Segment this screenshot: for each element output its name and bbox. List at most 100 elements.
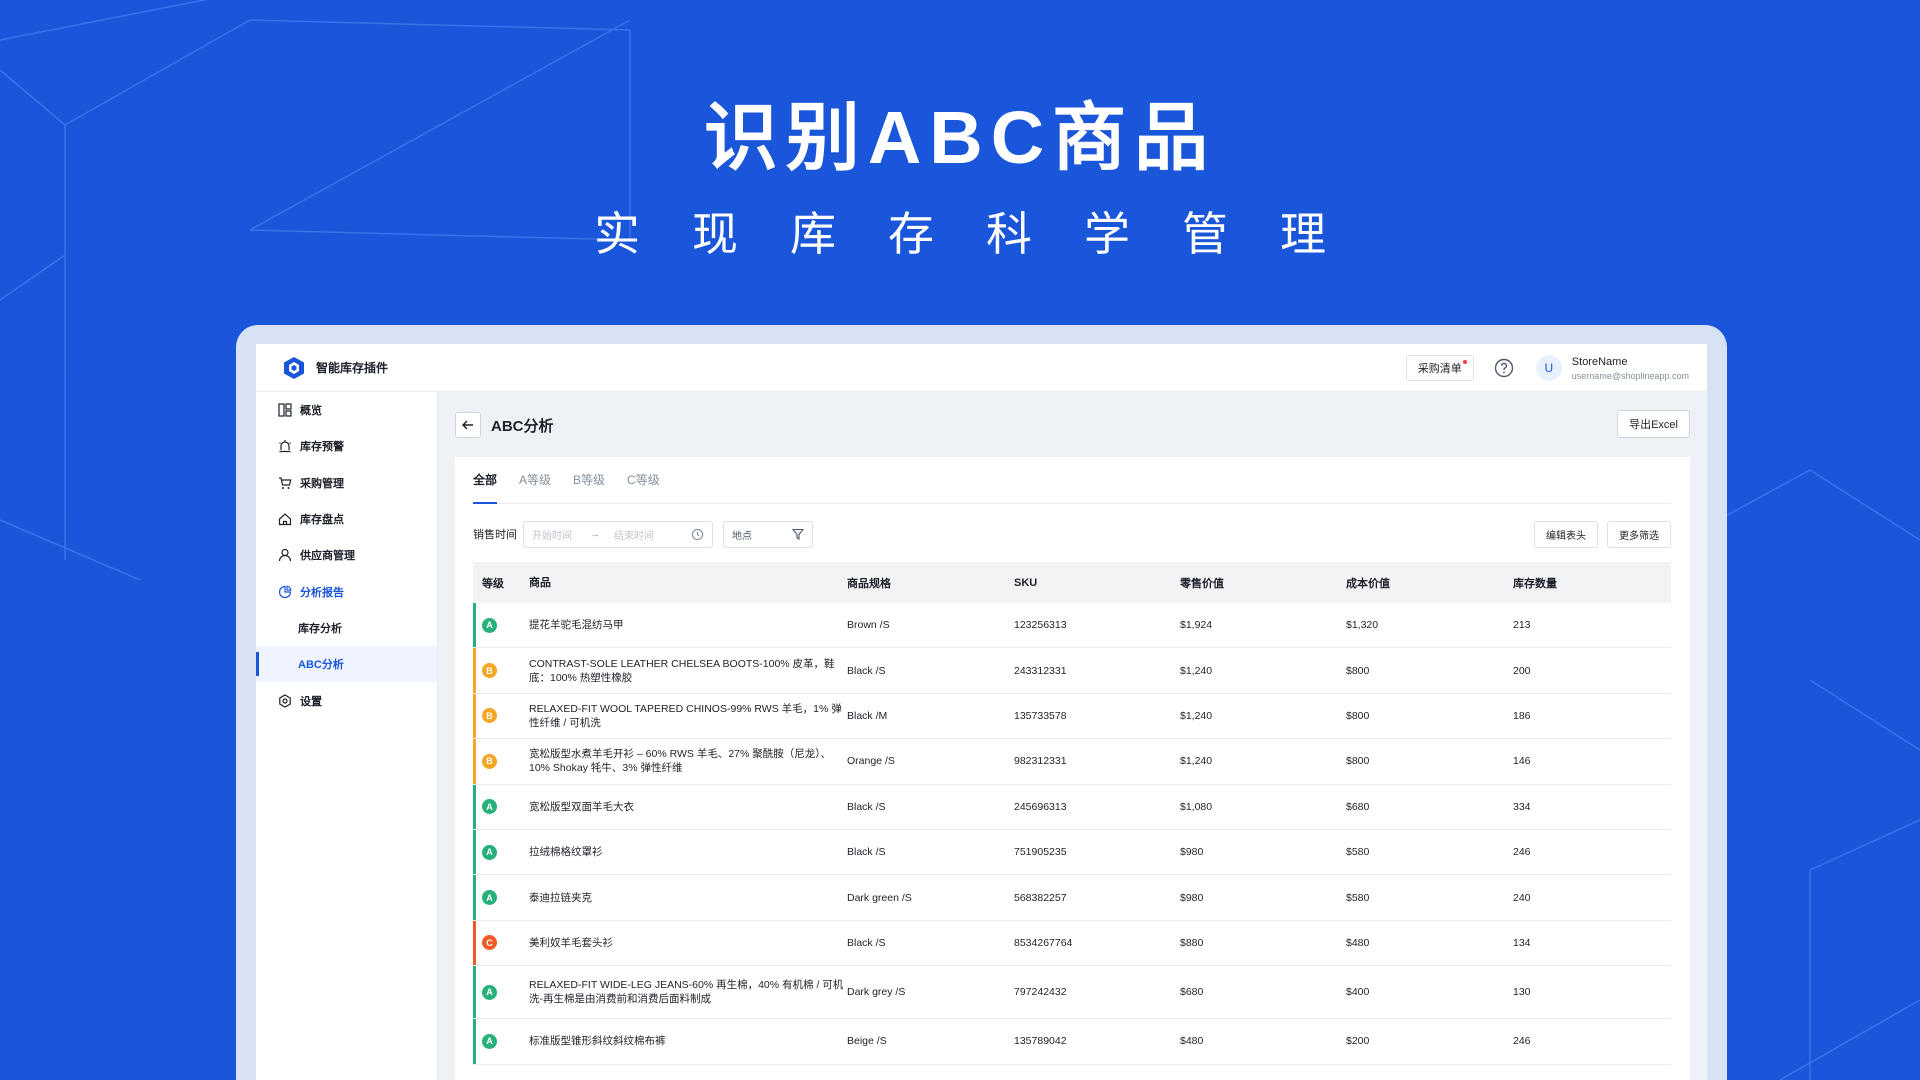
sidebar-item-reports[interactable]: 分析报告 bbox=[256, 573, 437, 609]
sidebar-item-label: 采购管理 bbox=[300, 477, 344, 490]
header-spec[interactable]: 商品规格 bbox=[847, 575, 1014, 591]
table-row[interactable]: A 拉绒棉格纹罩衫 Black /S 751905235 $980 $580 246 bbox=[473, 829, 1671, 876]
product-name: RELAXED-FIT WIDE-LEG JEANS-60% 再生棉，40% 有… bbox=[529, 979, 844, 1006]
retail-value-cell: $680 bbox=[1180, 986, 1204, 999]
product-spec: Brown /S bbox=[847, 619, 890, 632]
header-cost-value[interactable]: 成本价值 bbox=[1346, 575, 1513, 591]
grade-badge: B bbox=[482, 663, 497, 679]
end-date-input[interactable]: 结束时间 bbox=[614, 527, 654, 542]
table-row[interactable]: B 宽松版型水煮羊毛开衫 – 60% RWS 羊毛、27% 聚酰胺（尼龙）、10%… bbox=[473, 739, 1671, 785]
grade-cell: A bbox=[473, 1033, 529, 1049]
start-date-input[interactable]: 开始时间 bbox=[532, 527, 572, 542]
settings-icon bbox=[279, 693, 291, 708]
stock-qty-cell: 213 bbox=[1513, 619, 1531, 632]
retail-value-cell: $980 bbox=[1180, 891, 1204, 904]
grade-cell: A bbox=[473, 844, 529, 860]
table-row[interactable]: A 泰迪拉链夹克 Dark green /S 568382257 $980 $580 240 bbox=[473, 875, 1671, 921]
purchase-list-button[interactable]: 采购清单 bbox=[1405, 355, 1474, 381]
sidebar-item-purchase[interactable]: 采购管理 bbox=[256, 465, 437, 501]
stock-qty-cell: 240 bbox=[1513, 891, 1531, 904]
table-row[interactable]: B CONTRAST-SOLE LEATHER CHELSEA BOOTS-100… bbox=[473, 648, 1671, 694]
user-menu[interactable]: U StoreName username@shoplineapp.com bbox=[1535, 355, 1689, 381]
cost-value-cell: $800 bbox=[1346, 755, 1370, 768]
product-name: 宽松版型水煮羊毛开衫 – 60% RWS 羊毛、27% 聚酰胺（尼龙）、10% … bbox=[529, 748, 832, 775]
product-name: 拉绒棉格纹罩衫 bbox=[529, 846, 603, 859]
product-spec: Black /S bbox=[847, 800, 886, 813]
sidebar-item-stocktake[interactable]: 库存盘点 bbox=[256, 501, 437, 537]
chart-icon bbox=[278, 585, 292, 598]
grade-cell: A bbox=[473, 799, 529, 815]
hero-subtitle: 实现库存科学管理 bbox=[594, 208, 1378, 260]
dashboard-icon bbox=[278, 403, 292, 417]
grade-indicator bbox=[473, 875, 476, 920]
help-icon[interactable] bbox=[1494, 358, 1514, 378]
table-row[interactable]: A 提花羊驼毛混纺马甲 Brown /S 123256313 $1,924 $1,320 2… bbox=[473, 603, 1671, 649]
table-row[interactable]: B RELAXED-FIT WOOL TAPERED CHINOS-99% RWS… bbox=[473, 693, 1671, 740]
location-select[interactable]: 地点 bbox=[723, 520, 813, 548]
sku-cell: 135789042 bbox=[1014, 1035, 1067, 1048]
sku-cell: 8534267764 bbox=[1014, 936, 1073, 949]
grade-badge: B bbox=[482, 753, 497, 769]
product-name: 美利奴羊毛套头衫 bbox=[529, 936, 613, 949]
user-email: username@shoplineapp.com bbox=[1571, 370, 1689, 381]
store-name: StoreName bbox=[1571, 355, 1628, 368]
sidebar-item-label: 库存分析 bbox=[298, 622, 342, 635]
product-spec: Black /S bbox=[847, 846, 886, 859]
retail-value-cell: $1,240 bbox=[1180, 755, 1213, 768]
header-retail-value[interactable]: 零售价值 bbox=[1180, 575, 1346, 591]
sidebar-item-suppliers[interactable]: 供应商管理 bbox=[256, 537, 437, 573]
tab-grade-b[interactable]: B等级 bbox=[573, 457, 605, 503]
stock-qty-cell: 246 bbox=[1513, 1035, 1531, 1048]
header-sku[interactable]: SKU bbox=[1014, 577, 1180, 589]
back-button[interactable] bbox=[455, 412, 481, 438]
edit-header-button[interactable]: 编辑表头 bbox=[1534, 520, 1598, 548]
export-excel-button[interactable]: 导出Excel bbox=[1617, 410, 1690, 438]
product-spec: Black /S bbox=[847, 936, 886, 949]
sku-cell: 797242432 bbox=[1014, 986, 1067, 999]
sidebar-item-settings[interactable]: 设置 bbox=[256, 682, 437, 718]
stock-qty-cell: 334 bbox=[1513, 800, 1531, 813]
sidebar-item-abc-analysis[interactable]: ABC分析 bbox=[256, 646, 437, 683]
grade-cell: A bbox=[473, 617, 529, 633]
header-stock-qty[interactable]: 库存数量 bbox=[1513, 575, 1663, 591]
cost-value-cell: $400 bbox=[1346, 986, 1370, 999]
arrow-left-icon bbox=[462, 420, 473, 430]
sidebar-item-inventory-analysis[interactable]: 库存分析 bbox=[256, 610, 437, 646]
table-row[interactable]: C 美利奴羊毛套头衫 Black /S 8534267764 $880 $480 134 bbox=[473, 920, 1671, 967]
cost-value-cell: $580 bbox=[1346, 846, 1370, 859]
sidebar-item-stock-alert[interactable]: 库存预警 bbox=[256, 428, 437, 464]
header-product[interactable]: 商品 bbox=[529, 576, 847, 590]
grade-cell: B bbox=[473, 663, 529, 679]
sidebar-item-label: 供应商管理 bbox=[300, 550, 355, 563]
date-range-picker[interactable]: 开始时间 → 结束时间 bbox=[523, 520, 713, 548]
grade-cell: B bbox=[473, 753, 529, 769]
retail-value-cell: $980 bbox=[1180, 846, 1204, 859]
logo-icon bbox=[284, 356, 304, 379]
product-spec: Dark grey /S bbox=[847, 986, 906, 999]
more-filters-button[interactable]: 更多筛选 bbox=[1607, 520, 1671, 548]
retail-value-cell: $1,240 bbox=[1180, 664, 1213, 677]
table-body: A 提花羊驼毛混纺马甲 Brown /S 123256313 $1,924 $1,320 2… bbox=[473, 603, 1671, 1065]
table-row[interactable]: A 标准版型锥形斜纹斜纹棉布裤 Beige /S 135789042 $480 $200 2… bbox=[473, 1019, 1671, 1065]
product-spec: Beige /S bbox=[847, 1035, 887, 1048]
tab-grade-a[interactable]: A等级 bbox=[519, 457, 551, 503]
table-row[interactable]: A 宽松版型双面羊毛大衣 Black /S 245696313 $1,080 $680 33… bbox=[473, 784, 1671, 830]
product-name: 泰迪拉链夹克 bbox=[529, 891, 592, 904]
product-spec: Orange /S bbox=[847, 755, 895, 768]
brand-name: 智能库存插件 bbox=[316, 361, 389, 375]
sidebar-item-overview[interactable]: 概览 bbox=[256, 392, 437, 428]
brand[interactable]: 智能库存插件 bbox=[282, 356, 388, 380]
header-grade[interactable]: 等级 bbox=[473, 575, 529, 591]
grade-indicator bbox=[473, 603, 476, 648]
tab-grade-c[interactable]: C等级 bbox=[627, 457, 660, 503]
cost-value-cell: $580 bbox=[1346, 891, 1370, 904]
grade-cell: A bbox=[473, 984, 529, 1000]
grade-badge: B bbox=[482, 708, 497, 724]
stock-qty-cell: 130 bbox=[1513, 986, 1531, 999]
tab-all[interactable]: 全部 bbox=[473, 457, 498, 504]
sales-time-label: 销售时间 bbox=[473, 529, 517, 541]
sidebar: 概览 库存预警 采购管理 库存盘点 供应商管理 分析报告 库存分析 ABC分析 bbox=[256, 392, 438, 1080]
grade-indicator bbox=[473, 784, 476, 829]
table-row[interactable]: A RELAXED-FIT WIDE-LEG JEANS-60% 再生棉，40% … bbox=[473, 966, 1671, 1020]
hero-title: 识别ABC商品 bbox=[703, 96, 1217, 179]
